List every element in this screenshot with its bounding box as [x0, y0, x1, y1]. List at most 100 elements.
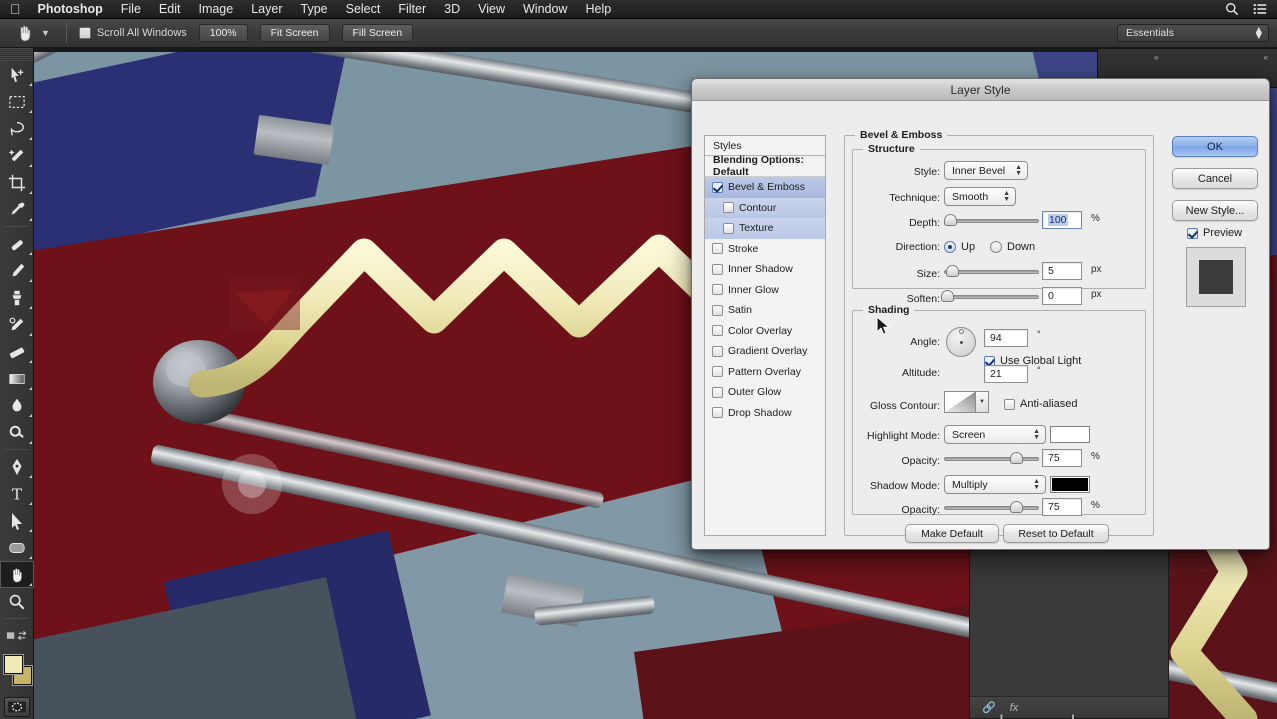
- workspace-arrows-icon[interactable]: ▲ ▼: [1246, 25, 1264, 42]
- menu-file[interactable]: File: [112, 0, 150, 19]
- new-style-button[interactable]: New Style...: [1172, 200, 1258, 221]
- styles-list[interactable]: Styles Blending Options: Default Bevel &…: [704, 135, 826, 536]
- collapse-chevron-icon-2[interactable]: «: [1264, 53, 1268, 62]
- style-item-pattern-overlay[interactable]: Pattern Overlay: [705, 362, 825, 383]
- anti-aliased-checkbox[interactable]: [1004, 398, 1015, 410]
- highlight-opacity-slider[interactable]: [944, 451, 1039, 465]
- tool-flyout-triangle[interactable]: [29, 110, 32, 113]
- gradient-overlay-checkbox[interactable]: [712, 345, 723, 357]
- preview-checkbox[interactable]: [1187, 227, 1198, 239]
- tool-preset-caret-icon[interactable]: ▼: [41, 28, 50, 38]
- move-tool[interactable]: [0, 61, 34, 88]
- menu-help[interactable]: Help: [576, 0, 620, 19]
- angle-dial-handle[interactable]: [959, 329, 964, 334]
- highlight-opacity-thumb[interactable]: [1010, 452, 1023, 464]
- healing-brush-tool[interactable]: [0, 230, 34, 257]
- tool-flyout-triangle[interactable]: [29, 475, 32, 478]
- gradient-tool[interactable]: [0, 365, 34, 392]
- menu-image[interactable]: Image: [189, 0, 242, 19]
- tool-flyout-triangle[interactable]: [29, 137, 32, 140]
- style-item-stroke[interactable]: Stroke: [705, 239, 825, 260]
- blur-tool[interactable]: [0, 392, 34, 419]
- shadow-opacity-slider[interactable]: [944, 500, 1039, 514]
- hand-tool[interactable]: [0, 561, 34, 588]
- highlight-color-swatch[interactable]: [1050, 426, 1090, 443]
- menu-edit[interactable]: Edit: [150, 0, 190, 19]
- outer-glow-checkbox[interactable]: [712, 386, 723, 398]
- ok-button[interactable]: OK: [1172, 136, 1258, 157]
- style-item-drop-shadow[interactable]: Drop Shadow: [705, 403, 825, 424]
- tool-flyout-triangle[interactable]: [29, 529, 32, 532]
- shadow-opacity-track[interactable]: [944, 506, 1039, 510]
- tools-panel[interactable]: T: [0, 48, 34, 719]
- tool-flyout-triangle[interactable]: [29, 556, 32, 559]
- soften-slider[interactable]: [941, 289, 1039, 303]
- lasso-tool[interactable]: [0, 115, 34, 142]
- path-selection-tool[interactable]: [0, 507, 34, 534]
- fit-screen-button[interactable]: Fit Screen: [259, 24, 330, 42]
- tool-flyout-triangle[interactable]: [29, 387, 32, 390]
- style-item-gradient-overlay[interactable]: Gradient Overlay: [705, 341, 825, 362]
- highlight-mode-select[interactable]: Screen ▲ ▼: [944, 425, 1046, 444]
- gloss-contour-dropdown-icon[interactable]: ▼: [976, 391, 989, 413]
- shadow-opacity-thumb[interactable]: [1010, 501, 1023, 513]
- tool-flyout-triangle[interactable]: [29, 306, 32, 309]
- brush-tool[interactable]: [0, 257, 34, 284]
- fill-screen-button[interactable]: Fill Screen: [341, 24, 414, 42]
- magic-wand-tool[interactable]: [0, 142, 34, 169]
- dialog-titlebar[interactable]: Layer Style: [692, 79, 1269, 101]
- tool-flyout-triangle[interactable]: [29, 360, 32, 363]
- chevron-updown-icon[interactable]: ▲ ▼: [1033, 428, 1040, 441]
- color-swatches[interactable]: [0, 653, 33, 693]
- highlight-opacity-field[interactable]: 75: [1042, 449, 1082, 467]
- technique-select[interactable]: Smooth ▲ ▼: [944, 187, 1016, 206]
- tool-flyout-triangle[interactable]: [29, 164, 32, 167]
- pattern-overlay-checkbox[interactable]: [712, 366, 723, 378]
- texture-checkbox[interactable]: [723, 222, 734, 234]
- menu-bar[interactable]:  Photoshop File Edit Image Layer Type S…: [0, 0, 1277, 19]
- reset-to-default-button[interactable]: Reset to Default: [1003, 524, 1109, 543]
- stroke-checkbox[interactable]: [712, 243, 723, 255]
- link-layers-icon[interactable]: 🔗: [982, 701, 996, 714]
- satin-checkbox[interactable]: [712, 304, 723, 316]
- color-overlay-checkbox[interactable]: [712, 325, 723, 337]
- depth-slider-track[interactable]: [944, 219, 1039, 223]
- menu-filter[interactable]: Filter: [389, 0, 435, 19]
- highlight-opacity-track[interactable]: [944, 457, 1039, 461]
- blending-options-item[interactable]: Blending Options: Default: [705, 154, 825, 178]
- tool-flyout-triangle[interactable]: [29, 583, 32, 586]
- shadow-opacity-field[interactable]: 75: [1042, 498, 1082, 516]
- cancel-button[interactable]: Cancel: [1172, 168, 1258, 189]
- direction-up-option[interactable]: Up: [944, 238, 975, 256]
- clone-stamp-tool[interactable]: [0, 284, 34, 311]
- edit-toolbar-button[interactable]: [0, 622, 34, 649]
- dodge-tool[interactable]: [0, 419, 34, 446]
- preview-option[interactable]: Preview: [1187, 227, 1242, 239]
- pen-tool[interactable]: [0, 453, 34, 480]
- chevron-updown-icon[interactable]: ▲ ▼: [1033, 478, 1040, 491]
- style-item-outer-glow[interactable]: Outer Glow: [705, 382, 825, 403]
- shape-tool[interactable]: [0, 534, 34, 561]
- direction-down-option[interactable]: Down: [990, 238, 1035, 256]
- shadow-mode-select[interactable]: Multiply ▲ ▼: [944, 475, 1046, 494]
- soften-slider-thumb[interactable]: [941, 290, 954, 302]
- tool-flyout-triangle[interactable]: [29, 279, 32, 282]
- tool-flyout-triangle[interactable]: [29, 252, 32, 255]
- bevel-emboss-checkbox[interactable]: [712, 181, 723, 193]
- gloss-contour-preview[interactable]: [944, 391, 976, 413]
- menu-select[interactable]: Select: [337, 0, 390, 19]
- shadow-color-swatch[interactable]: [1050, 476, 1090, 493]
- apple-logo-icon[interactable]: : [10, 2, 21, 16]
- style-item-bevel-emboss[interactable]: Bevel & Emboss: [705, 177, 825, 198]
- direction-up-radio[interactable]: [944, 241, 956, 253]
- depth-slider-thumb[interactable]: [944, 214, 957, 226]
- tool-flyout-triangle[interactable]: [29, 441, 32, 444]
- zoom-100-button[interactable]: 100%: [198, 24, 248, 42]
- type-tool[interactable]: T: [0, 480, 34, 507]
- collapse-chevron-icon[interactable]: «: [1154, 53, 1158, 62]
- tool-flyout-triangle[interactable]: [29, 191, 32, 194]
- style-select[interactable]: Inner Bevel ▲ ▼: [944, 161, 1028, 180]
- menu-window[interactable]: Window: [514, 0, 576, 19]
- foreground-color-swatch[interactable]: [4, 655, 23, 674]
- depth-slider[interactable]: [944, 213, 1039, 227]
